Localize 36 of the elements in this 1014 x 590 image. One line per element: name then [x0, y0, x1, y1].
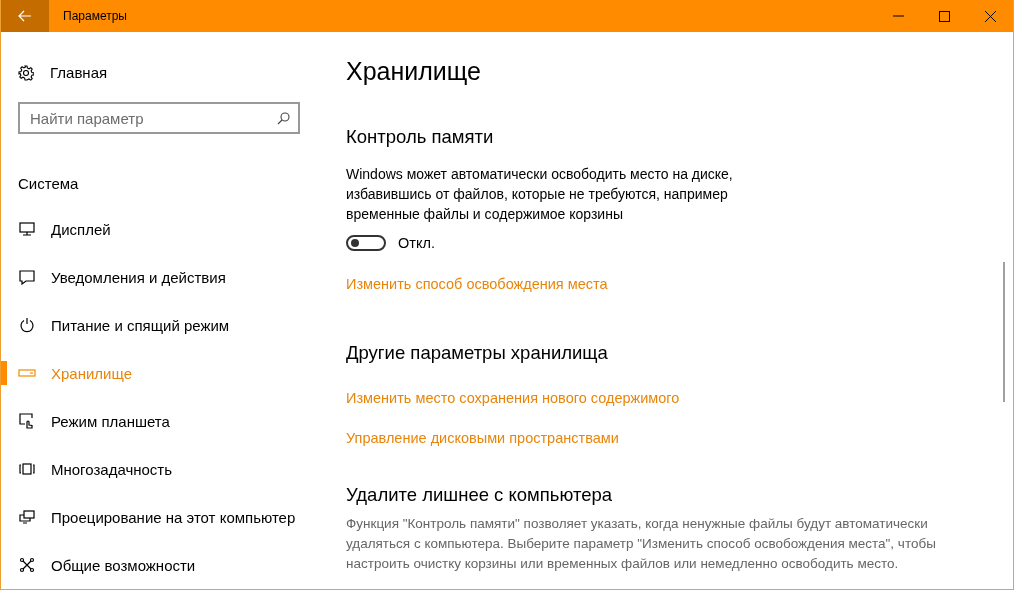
home-link[interactable]: Главная	[50, 64, 108, 82]
section-label: Система	[18, 175, 80, 195]
section-heading: Контроль памяти	[346, 125, 495, 149]
toggle-label: Откл.	[398, 235, 435, 251]
display-icon	[19, 222, 35, 236]
sidebar-item[interactable]: Общие возможности	[1, 541, 321, 589]
minimize-icon	[892, 15, 904, 17]
monitor-pair-icon	[19, 510, 35, 524]
description-text: Windows может автоматически освободить место на диске, избавившись от файлов, которые не требуются, например временные файлы и содержимое корзины	[346, 165, 734, 224]
sidebar-item[interactable]: Проецирование на этот компьютер	[1, 493, 321, 541]
connected-nodes-icon	[19, 557, 35, 573]
sidebar-item[interactable]: Режим планшета	[1, 397, 321, 445]
window-stack-icon	[19, 463, 35, 475]
drive-icon	[18, 369, 36, 377]
section-heading: Удалите лишнее с компьютера	[346, 483, 614, 507]
search-field[interactable]: Найти параметр	[18, 102, 300, 135]
page-title: Хранилище	[346, 57, 482, 87]
description-text: Функция "Контроль памяти" позволяет указать, когда ненужные файлы будут автоматически удаляться с компьютера. Выберите параметр "Изменить способ освобождения места", чтобы настроить очистку корзины или временных файлов или немедленно освободить место.	[346, 515, 937, 573]
maximize-icon	[938, 10, 950, 22]
window-title: Параметры	[63, 9, 128, 23]
section-heading: Другие параметры хранилища	[346, 341, 609, 365]
sidebar-item[interactable]: Питание и спящий режим	[1, 301, 321, 349]
toggle-switch[interactable]	[346, 235, 386, 251]
power-icon	[19, 317, 35, 333]
settings-icon	[18, 64, 34, 81]
back-button[interactable]	[1, 0, 49, 32]
scrollbar[interactable]	[1003, 262, 1005, 402]
sidebar-item[interactable]: Многозадачность	[1, 445, 321, 493]
back-arrow-icon	[18, 10, 32, 22]
selection-indicator	[1, 361, 7, 385]
close-icon	[984, 10, 996, 22]
speech-bubble-icon	[19, 269, 35, 285]
sidebar-item[interactable]: Уведомления и действия	[1, 253, 321, 301]
sidebar-item[interactable]: Дисплей	[1, 205, 321, 253]
tablet-hand-icon	[19, 413, 35, 429]
search-icon	[277, 112, 290, 126]
